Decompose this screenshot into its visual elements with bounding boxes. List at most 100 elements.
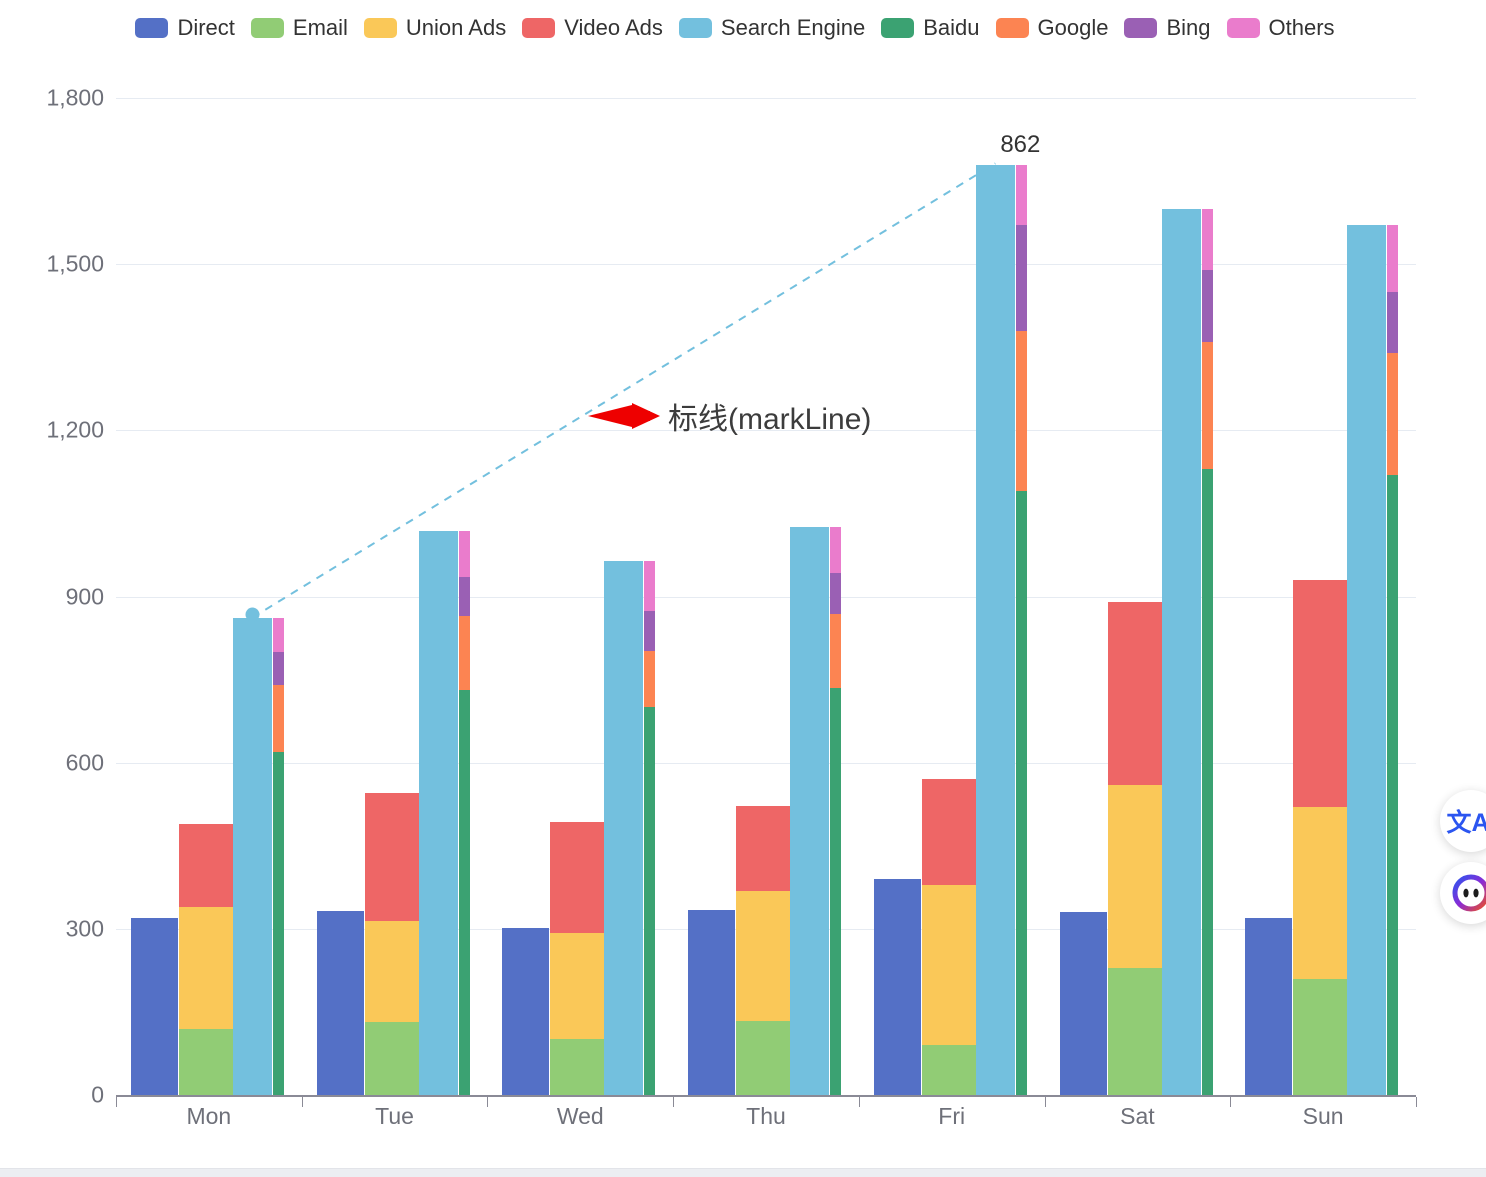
bar-segment-others[interactable] (1015, 165, 1027, 226)
bar-segment-others[interactable] (644, 561, 656, 612)
bar-stack-sat-ad[interactable] (1059, 98, 1107, 1095)
bar-stack-wed-engine[interactable] (604, 98, 644, 1095)
bar-segment-baidu[interactable] (830, 688, 842, 1095)
bar-stack-thu-engine[interactable] (790, 98, 830, 1095)
bar-stack-mon-search[interactable] (273, 98, 284, 1095)
bar-segment-search-engine[interactable] (418, 531, 458, 1095)
bar-segment-google[interactable] (1201, 341, 1213, 470)
bar-segment-others[interactable] (830, 526, 842, 574)
bar-segment-google[interactable] (830, 614, 842, 689)
bar-segment-baidu[interactable] (1015, 491, 1027, 1095)
bar-segment-bing[interactable] (830, 573, 842, 615)
bar-stack-tue-engine[interactable] (418, 98, 458, 1095)
x-axis-tick-mark (116, 1097, 117, 1107)
bar-segment-union-ads[interactable] (1107, 784, 1162, 968)
bar-stack-tue-ad2[interactable] (364, 98, 419, 1095)
bar-segment-direct[interactable] (873, 878, 921, 1095)
bar-segment-bing[interactable] (458, 576, 470, 617)
bar-segment-video-ads[interactable] (1293, 579, 1348, 807)
bar-segment-search-engine[interactable] (790, 526, 830, 1095)
bar-stack-sat-engine[interactable] (1161, 98, 1201, 1095)
x-axis-tick-label: Wed (556, 1103, 604, 1129)
bar-segment-union-ads[interactable] (179, 906, 233, 1029)
bar-segment-search-engine[interactable] (1161, 208, 1201, 1095)
bar-segment-email[interactable] (364, 1021, 419, 1095)
y-axis-tick-label: 0 (91, 1081, 104, 1108)
bar-segment-union-ads[interactable] (1293, 806, 1348, 979)
bar-segment-direct[interactable] (1059, 912, 1107, 1095)
bar-segment-others[interactable] (1201, 208, 1213, 270)
bar-segment-bing[interactable] (644, 611, 656, 651)
bottom-scrollbar-strip[interactable] (0, 1168, 1486, 1177)
bar-segment-google[interactable] (273, 685, 284, 752)
bar-segment-others[interactable] (1387, 225, 1399, 292)
bar-segment-video-ads[interactable] (364, 792, 419, 922)
bar-segment-email[interactable] (179, 1028, 233, 1095)
bar-stack-thu-ad2[interactable] (736, 98, 791, 1095)
bar-stack-sun-engine[interactable] (1347, 98, 1387, 1095)
bar-segment-bing[interactable] (273, 651, 284, 686)
bar-segment-union-ads[interactable] (921, 884, 976, 1046)
bar-stack-sun-ad2[interactable] (1293, 98, 1348, 1095)
bar-segment-bing[interactable] (1201, 269, 1213, 342)
bar-segment-search-engine[interactable] (975, 165, 1015, 1095)
bar-segment-direct[interactable] (131, 917, 178, 1095)
bar-segment-direct[interactable] (502, 928, 550, 1095)
bar-segment-union-ads[interactable] (364, 921, 419, 1022)
bar-segment-baidu[interactable] (273, 751, 284, 1095)
bar-stack-mon-ad[interactable] (131, 98, 178, 1095)
bar-stack-fri-ad[interactable] (873, 98, 921, 1095)
bar-stack-fri-engine[interactable] (975, 98, 1015, 1095)
bar-stack-sun-ad[interactable] (1245, 98, 1293, 1095)
bar-stack-thu-search[interactable] (830, 98, 842, 1095)
bar-stack-thu-ad[interactable] (688, 98, 736, 1095)
bar-segment-email[interactable] (736, 1020, 791, 1095)
x-axis-tick-mark (673, 1097, 675, 1107)
bar-stack-sat-ad2[interactable] (1107, 98, 1162, 1095)
bar-segment-email[interactable] (921, 1045, 976, 1095)
bar-segment-email[interactable] (550, 1039, 605, 1095)
bar-segment-baidu[interactable] (644, 706, 656, 1095)
x-axis-tick-label: Mon (186, 1103, 232, 1129)
bar-stack-wed-search[interactable] (644, 98, 656, 1095)
bar-segment-direct[interactable] (688, 910, 736, 1095)
bar-segment-search-engine[interactable] (1347, 225, 1387, 1095)
bar-segment-video-ads[interactable] (1107, 602, 1162, 785)
bar-segment-union-ads[interactable] (550, 933, 605, 1040)
bar-segment-email[interactable] (1107, 967, 1162, 1095)
bar-segment-others[interactable] (273, 617, 284, 652)
bar-segment-video-ads[interactable] (179, 823, 233, 907)
bar-stack-tue-search[interactable] (458, 98, 470, 1095)
bar-segment-others[interactable] (458, 531, 470, 577)
bar-segment-direct[interactable] (1245, 917, 1293, 1095)
bar-segment-email[interactable] (1293, 978, 1348, 1095)
bar-segment-baidu[interactable] (1201, 469, 1213, 1095)
bar-segment-union-ads[interactable] (736, 891, 791, 1021)
bar-stack-mon-ad2[interactable] (179, 98, 233, 1095)
bar-segment-video-ads[interactable] (550, 821, 605, 934)
bar-segment-bing[interactable] (1015, 225, 1027, 331)
x-axis-tick-label: Sun (1302, 1103, 1344, 1129)
bar-stack-wed-ad[interactable] (502, 98, 550, 1095)
bar-segment-search-engine[interactable] (604, 561, 644, 1095)
bar-segment-google[interactable] (1387, 352, 1399, 475)
bar-segment-video-ads[interactable] (921, 779, 976, 885)
bar-stack-mon-engine[interactable] (233, 98, 272, 1095)
x-axis-tick-label: Tue (375, 1103, 414, 1129)
y-axis-tick-label: 600 (65, 749, 104, 776)
bar-segment-google[interactable] (644, 650, 656, 707)
bar-segment-direct[interactable] (316, 911, 364, 1095)
bar-stack-sat-search[interactable] (1201, 98, 1213, 1095)
bar-segment-search-engine[interactable] (233, 617, 272, 1095)
bar-segment-baidu[interactable] (1387, 474, 1399, 1095)
bar-stack-wed-ad2[interactable] (550, 98, 605, 1095)
bar-stack-fri-ad2[interactable] (921, 98, 976, 1095)
bar-stack-fri-search[interactable] (1015, 98, 1027, 1095)
bar-stack-tue-ad[interactable] (316, 98, 364, 1095)
bar-stack-sun-search[interactable] (1387, 98, 1399, 1095)
bar-segment-google[interactable] (1015, 330, 1027, 492)
bar-segment-google[interactable] (458, 616, 470, 690)
bar-segment-video-ads[interactable] (736, 805, 791, 892)
bar-segment-bing[interactable] (1387, 291, 1399, 353)
bar-segment-baidu[interactable] (458, 689, 470, 1095)
